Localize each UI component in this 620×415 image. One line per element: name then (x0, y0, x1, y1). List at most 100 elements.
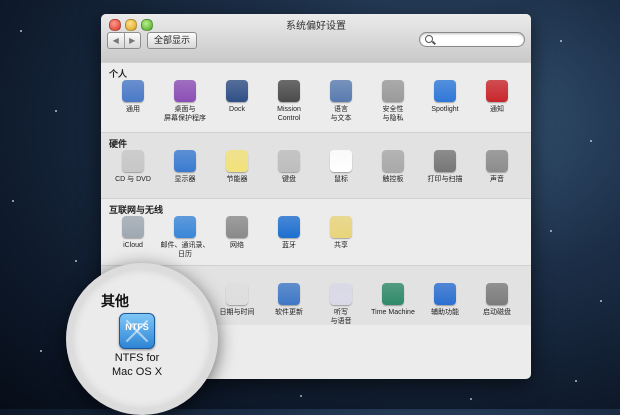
pref-pane-label: iCloud (123, 242, 143, 249)
show-all-button[interactable]: 全部显示 (147, 32, 197, 49)
pref-pane-displays[interactable]: 显示器 (157, 150, 213, 184)
pref-pane-general[interactable]: 通用 (105, 80, 161, 114)
pref-pane-label: 启动磁盘 (483, 309, 511, 316)
accessibility-icon (434, 283, 456, 305)
pref-pane-label: 日期与时间 (219, 309, 255, 316)
pref-pane-security[interactable]: 安全性 与隐私 (365, 80, 421, 123)
pref-pane-network[interactable]: 网络 (209, 216, 265, 250)
time-machine-icon (382, 283, 404, 305)
section-title: 个人 (109, 69, 128, 79)
general-icon (122, 80, 144, 102)
pref-pane-label: Dock (229, 106, 245, 113)
mail-contacts-icon (174, 216, 196, 238)
forward-button[interactable]: ▶ (125, 33, 141, 48)
pref-pane-label: 蓝牙 (282, 242, 296, 249)
pref-pane-label: 软件更新 (275, 309, 303, 316)
pref-pane-label: CD 与 DVD (115, 176, 151, 183)
ntfs-for-mac-label[interactable]: NTFS for Mac OS X (103, 351, 171, 379)
pref-pane-label: 邮件、通讯录、 日历 (160, 242, 210, 258)
pref-pane-label: 网络 (230, 242, 244, 249)
bluetooth-icon (278, 216, 300, 238)
pref-pane-desktop[interactable]: 桌面与 屏幕保护程序 (157, 80, 213, 123)
pref-pane-label: 听写 与语音 (330, 309, 352, 325)
pref-pane-date-time[interactable]: 日期与时间 (209, 283, 265, 317)
section-title-other: 其他 (101, 293, 129, 309)
pref-pane-dictation[interactable]: 听写 与语音 (313, 283, 369, 326)
pref-pane-label: Time Machine (371, 309, 415, 316)
pref-pane-notifications[interactable]: 通知 (469, 80, 525, 114)
pref-pane-label: Spotlight (431, 106, 459, 113)
back-button[interactable]: ◀ (108, 33, 125, 48)
pref-pane-dock[interactable]: Dock (209, 80, 265, 114)
pref-pane-label: 语言 与文本 (330, 106, 352, 122)
spotlight-icon (434, 80, 456, 102)
notifications-icon (486, 80, 508, 102)
keyboard-icon (278, 150, 300, 172)
pref-pane-mission-control[interactable]: Mission Control (261, 80, 317, 123)
pref-pane-trackpad[interactable]: 触控板 (365, 150, 421, 184)
energy-saver-icon (226, 150, 248, 172)
section-title: 硬件 (109, 139, 128, 149)
pref-pane-label: 声音 (490, 176, 504, 183)
section-divider (101, 198, 531, 199)
pref-pane-startup-disk[interactable]: 启动磁盘 (469, 283, 525, 317)
section-1: 硬件 CD 与 DVD 显示器 节能器 键盘 鼠标 触控板 打印与扫描 声音 (101, 132, 531, 198)
section-divider (101, 62, 531, 63)
search-icon (425, 35, 433, 43)
cd-dvd-icon (122, 150, 144, 172)
desktop-icon (174, 80, 196, 102)
pref-pane-energy-saver[interactable]: 节能器 (209, 150, 265, 184)
pref-pane-icloud[interactable]: iCloud (105, 216, 161, 250)
startup-disk-icon (486, 283, 508, 305)
language-icon (330, 80, 352, 102)
pref-pane-label: 通用 (126, 106, 140, 113)
dictation-icon (330, 283, 352, 305)
pref-pane-mouse[interactable]: 鼠标 (313, 150, 369, 184)
sound-icon (486, 150, 508, 172)
section-title: 互联网与无线 (109, 205, 164, 215)
pref-pane-print-scan[interactable]: 打印与扫描 (417, 150, 473, 184)
trackpad-icon (382, 150, 404, 172)
print-scan-icon (434, 150, 456, 172)
section-2: 互联网与无线 iCloud 邮件、通讯录、 日历 网络 蓝牙 共享 (101, 198, 531, 265)
window-title: 系统偏好设置 (286, 21, 346, 32)
search-input[interactable] (436, 33, 518, 46)
ntfs-icon[interactable]: NTFS (119, 313, 155, 349)
pref-pane-bluetooth[interactable]: 蓝牙 (261, 216, 317, 250)
pref-pane-accessibility[interactable]: 辅助功能 (417, 283, 473, 317)
pref-pane-language[interactable]: 语言 与文本 (313, 80, 369, 123)
software-update-icon (278, 283, 300, 305)
pref-pane-label: 键盘 (282, 176, 296, 183)
icloud-icon (122, 216, 144, 238)
section-divider (101, 132, 531, 133)
back-forward-buttons: ◀ ▶ (107, 32, 141, 49)
pref-pane-spotlight[interactable]: Spotlight (417, 80, 473, 114)
sharing-icon (330, 216, 352, 238)
pref-pane-label: Mission Control (277, 106, 301, 122)
mission-control-icon (278, 80, 300, 102)
search-field[interactable] (419, 32, 525, 47)
title-bar: 系统偏好设置 ◀ ▶ 全部显示 (101, 14, 531, 63)
pref-pane-label: 鼠标 (334, 176, 348, 183)
section-0: 个人通用 桌面与 屏幕保护程序 Dock Mission Control 语言 与文本 安… (101, 62, 531, 132)
mouse-icon (330, 150, 352, 172)
date-time-icon (226, 283, 248, 305)
pref-pane-cd-dvd[interactable]: CD 与 DVD (105, 150, 161, 184)
pref-pane-software-update[interactable]: 软件更新 (261, 283, 317, 317)
ntfs-icon-text: NTFS (125, 322, 149, 332)
pref-pane-label: 打印与扫描 (427, 176, 463, 183)
pref-pane-label: 辅助功能 (431, 309, 459, 316)
security-icon (382, 80, 404, 102)
pref-pane-label: 节能器 (226, 176, 248, 183)
pref-pane-label: 显示器 (174, 176, 196, 183)
pref-pane-label: 共享 (334, 242, 348, 249)
pref-pane-label: 通知 (490, 106, 504, 113)
pref-pane-keyboard[interactable]: 键盘 (261, 150, 317, 184)
dock-icon (226, 80, 248, 102)
pref-pane-mail-contacts[interactable]: 邮件、通讯录、 日历 (157, 216, 213, 259)
displays-icon (174, 150, 196, 172)
pref-pane-time-machine[interactable]: Time Machine (365, 283, 421, 317)
pref-pane-sharing[interactable]: 共享 (313, 216, 369, 250)
pref-pane-label: 触控板 (382, 176, 404, 183)
pref-pane-sound[interactable]: 声音 (469, 150, 525, 184)
